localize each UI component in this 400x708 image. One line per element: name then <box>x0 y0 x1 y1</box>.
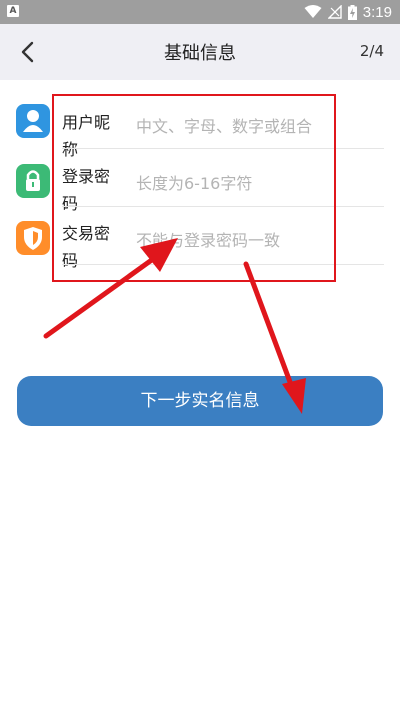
form-panel: 用户昵称 中文、字母、数字或组合 登录密码 长度为6-16字符 交易密码 不能与… <box>0 80 400 708</box>
lock-icon <box>16 164 50 198</box>
step-indicator: 2/4 <box>359 42 384 60</box>
notification-a-icon: A <box>7 5 19 17</box>
shield-icon <box>16 221 50 255</box>
clock-time: 3:19 <box>362 3 392 21</box>
status-bar: A 3:19 <box>0 0 400 24</box>
next-step-button[interactable]: 下一步实名信息 <box>17 376 383 426</box>
user-icon <box>16 104 50 138</box>
wifi-icon <box>304 5 322 18</box>
battery-charging-icon <box>347 4 357 20</box>
page-title: 基础信息 <box>164 43 236 64</box>
signal-icon <box>327 5 342 19</box>
annotation-highlight-box <box>52 94 336 282</box>
navigation-bar: 基础信息 2/4 <box>0 24 400 80</box>
